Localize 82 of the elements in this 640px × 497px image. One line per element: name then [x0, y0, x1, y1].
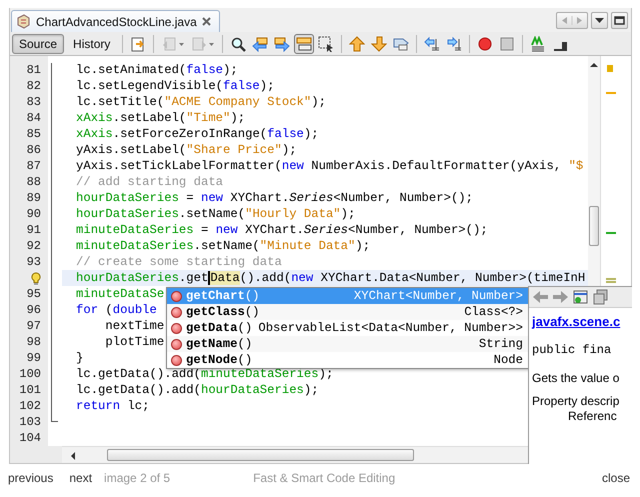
code-line: xAxis.setLabel("Time");	[76, 111, 246, 125]
back-arrow-icon[interactable]	[532, 289, 549, 305]
view-tab[interactable]: History	[66, 34, 118, 54]
dropdown-icon[interactable]	[591, 12, 608, 29]
browser-icon[interactable]	[572, 289, 589, 305]
code-line: return lc;	[76, 399, 150, 413]
line-number: 85	[26, 126, 42, 142]
completion-item[interactable]: getClass() Class<?>	[167, 304, 529, 320]
code-line: for (double	[76, 303, 157, 317]
line-number: 103	[18, 414, 42, 430]
doc-link[interactable]: javafx.scene.c	[532, 314, 620, 329]
next-link[interactable]: next	[69, 471, 92, 485]
close-icon[interactable]	[202, 17, 211, 26]
line-number: 93	[26, 254, 42, 270]
occurrence-stripe-mark[interactable]	[606, 278, 616, 283]
line-number: 97	[26, 318, 42, 334]
close-link[interactable]: close	[602, 471, 630, 485]
line-number: 86	[26, 142, 42, 158]
line-number: 101	[18, 382, 42, 398]
line-number: 92	[26, 238, 42, 254]
line-number: 100	[18, 366, 42, 382]
code-line: lc.setAnimated(false);	[76, 63, 238, 77]
code-line: plotTime	[104, 335, 164, 349]
arrow-up-icon[interactable]	[347, 34, 368, 54]
tab-title: ChartAdvancedStockLine.java	[36, 14, 197, 28]
line-number: 91	[26, 222, 42, 238]
scrollbar-thumb[interactable]	[107, 449, 414, 461]
highlight-icon[interactable]	[294, 34, 314, 54]
completion-item[interactable]: getData() ObservableList<Data<Number, Number>>	[167, 320, 529, 336]
image-counter: image 2 of 5	[104, 471, 170, 485]
maximize-icon[interactable]	[611, 12, 628, 29]
view-tab[interactable]: Source	[12, 34, 64, 54]
line-number: 87	[26, 158, 42, 174]
warning-marker[interactable]	[607, 65, 613, 72]
doc-description: Gets the value o	[532, 371, 620, 385]
code-line: nextTime	[104, 319, 164, 333]
scroll-up-icon[interactable]	[590, 62, 598, 68]
code-line: hourDataSeries.get Data().add(new XYChart.Data<Number, Number>(timeInH	[76, 271, 586, 285]
line-number: 81	[26, 62, 42, 78]
line-number: 88	[26, 174, 42, 190]
code-line: minuteDataSe	[76, 287, 164, 301]
code-line: lc.setTitle("ACME Company Stock");	[76, 95, 326, 109]
code-line: // add starting data	[76, 175, 224, 189]
line-number: 98	[26, 334, 42, 350]
doc-signature: public fina	[532, 343, 612, 357]
code-line: hourDataSeries.setName("Hourly Data");	[76, 207, 356, 221]
code-line: }	[76, 351, 84, 365]
code-line: yAxis.setTickLabelFormatter(new NumberAxis.DefaultFormatter(yAxis, "$	[76, 159, 584, 173]
line-number: 99	[26, 350, 42, 366]
code-line: lc.getData().add(minuteDataSeries);	[76, 367, 334, 381]
code-line: xAxis.setForceZeroInRange(false);	[76, 127, 319, 141]
code-line: hourDataSeries = new XYChart.Series<Number, Number>();	[76, 191, 474, 205]
java-file-icon	[16, 14, 31, 29]
doc-property-value: Referenc	[568, 409, 617, 423]
forward-arrow-icon[interactable]	[552, 289, 569, 305]
line-number: 95	[26, 286, 42, 302]
line-number: 83	[26, 94, 42, 110]
doc-property-label: Property descrip	[532, 394, 620, 408]
previous-link[interactable]: previous	[8, 471, 54, 485]
code-line: minuteDataSeries = new XYChart.Series<Number, Number>();	[76, 223, 488, 237]
lightbulb-icon[interactable]	[31, 272, 41, 284]
completion-item[interactable]: getNode() Node	[167, 352, 529, 368]
editor-tab[interactable]: ChartAdvancedStockLine.java	[11, 10, 220, 32]
arrow-down-icon[interactable]	[369, 34, 390, 54]
line-number: 104	[18, 430, 42, 446]
line-number: 96	[26, 302, 42, 318]
code-line: lc.setLegendVisible(false);	[76, 79, 274, 93]
caption: Fast & Smart Code Editing	[253, 471, 396, 485]
line-number: 89	[26, 190, 42, 206]
scrollbar-thumb[interactable]	[589, 206, 599, 246]
scroll-left-icon[interactable]	[70, 452, 76, 460]
copy-icon[interactable]	[592, 289, 609, 305]
fold-line[interactable]	[51, 63, 58, 422]
code-line: yAxis.setLabel("Share Price");	[76, 143, 297, 157]
code-line: lc.getData().add(hourDataSeries);	[76, 383, 319, 397]
code-line: // create some starting data	[76, 255, 282, 269]
completion-item[interactable]: getName() String	[167, 336, 529, 352]
line-number: 82	[26, 78, 42, 94]
code-line: minuteDataSeries.setName("Minute Data");	[76, 239, 370, 253]
line-number: 90	[26, 206, 42, 222]
line-number: 84	[26, 110, 42, 126]
line-number: 102	[18, 398, 42, 414]
